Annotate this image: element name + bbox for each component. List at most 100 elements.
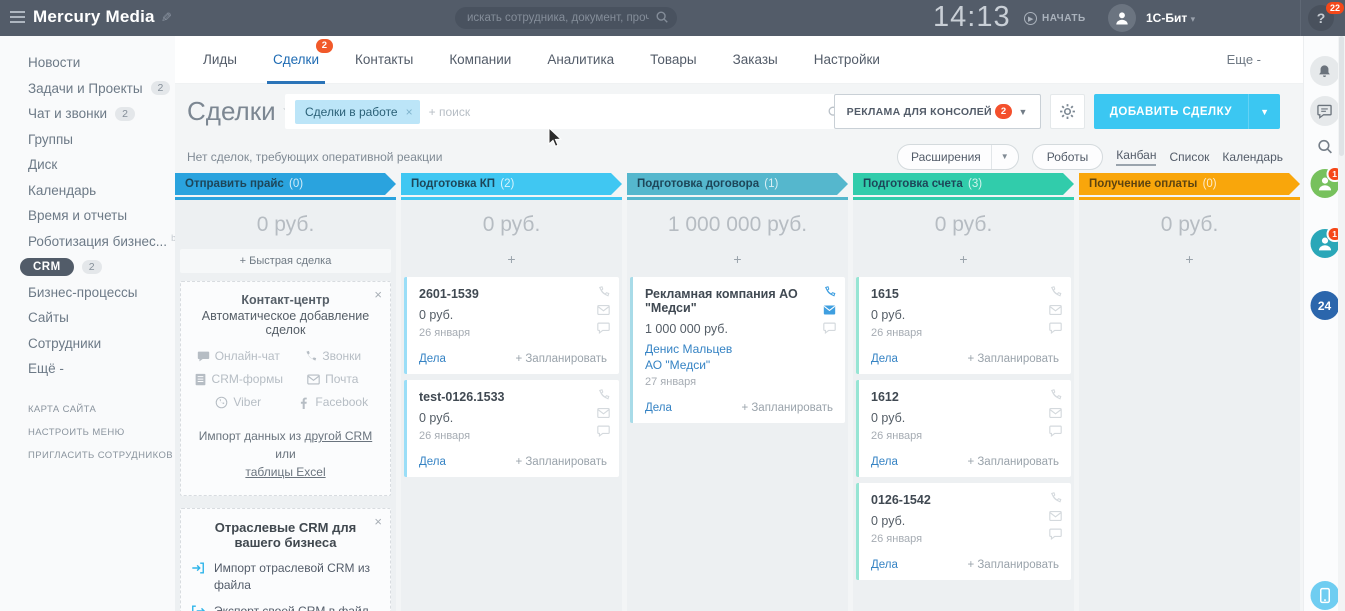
close-icon[interactable]: × [374,514,382,529]
column-header[interactable]: Отправить прайс (0) [175,173,396,195]
user-avatar[interactable] [1108,4,1136,32]
sidebar-item-sites[interactable]: Сайты [0,305,175,331]
mail-icon[interactable] [1049,407,1062,419]
deal-activities-link[interactable]: Дела [419,456,446,468]
page-scrollbar[interactable] [1338,36,1345,611]
quick-deal-button[interactable]: + Быстрая сделка [180,249,391,273]
tab-contacts[interactable]: Контакты [355,36,413,84]
view-list[interactable]: Список [1169,150,1209,164]
configure-menu-link[interactable]: НАСТРОИТЬ МЕНЮ [0,421,175,444]
add-deal-button[interactable]: ДОБАВИТЬ СДЕЛКУ ▼ [1093,94,1280,129]
column-header[interactable]: Подготовка договора (1) [627,173,848,195]
mail-icon[interactable] [1049,510,1062,522]
industry-import-item[interactable]: Импорт отраслевой CRM из файла [191,560,380,595]
channel-online-chat[interactable]: Онлайн-чат [191,349,286,363]
phone-icon[interactable] [597,389,610,401]
column-header[interactable]: Подготовка КП (2) [401,173,622,195]
deal-card[interactable]: Рекламная компания АО "Медси" 1 000 000 … [630,277,845,424]
phone-icon[interactable] [1049,492,1062,504]
industry-export-item[interactable]: Экспорт своей CRM в файл [191,603,380,611]
chevron-down-icon[interactable]: ▼ [1249,107,1280,117]
tab-settings[interactable]: Настройки [814,36,880,84]
sidebar-item-business-processes[interactable]: Бизнес-процессы [0,280,175,306]
view-calendar[interactable]: Календарь [1222,150,1283,164]
deal-activities-link[interactable]: Дела [645,402,672,414]
chat-icon[interactable] [1049,425,1062,437]
column-header[interactable]: Получение оплаты (0) [1079,173,1300,195]
hamburger-menu-icon[interactable] [10,11,25,26]
add-card-button[interactable]: + [403,247,620,277]
add-card-button[interactable]: + [629,247,846,277]
sidebar-item-more[interactable]: Ещё - [0,356,175,382]
add-card-button[interactable]: + [855,247,1072,277]
tab-deals[interactable]: Сделки 2 [266,36,333,84]
work-clock[interactable]: 14:13 [933,1,1011,34]
chat-icon[interactable] [1049,322,1062,334]
sidebar-item-calendar[interactable]: Календарь [0,178,175,204]
view-kanban[interactable]: Канбан [1116,148,1157,166]
chat-icon[interactable] [597,322,610,334]
deal-activities-link[interactable]: Дела [871,353,898,365]
filter-chip[interactable]: Сделки в работе × [295,99,420,124]
sidebar-item-crm[interactable]: CRM 2 [0,254,175,280]
phone-icon[interactable] [823,286,836,298]
sidebar-item-news[interactable]: Новости [0,50,175,76]
mail-icon[interactable] [597,304,610,316]
tabs-more[interactable]: Еще - [1227,52,1261,67]
close-icon[interactable]: × [374,287,382,302]
deal-card[interactable]: 1612 0 руб. 26 января Дела + Запланирова… [856,380,1071,477]
online-user-teal[interactable]: 1 [1310,226,1343,258]
mobile-app-button[interactable] [1310,581,1339,610]
mail-icon[interactable] [597,407,610,419]
notifications-button[interactable] [1309,56,1340,86]
sidebar-item-rpa[interactable]: Роботизация бизнес...beta [0,229,189,255]
chat-icon[interactable] [1049,528,1062,540]
sidebar-item-time-reports[interactable]: Время и отчеты [0,203,175,229]
phone-icon[interactable] [597,286,610,298]
start-workday-button[interactable]: ▶ НАЧАТЬ [1024,12,1086,25]
sidebar-item-employees[interactable]: Сотрудники [0,331,175,357]
funnel-selector-button[interactable]: РЕКЛАМА ДЛЯ КОНСОЛЕЙ 2 ▼ [833,94,1041,129]
sidebar-item-chat[interactable]: Чат и звонки 2 [0,101,175,127]
deal-card[interactable]: 0126-1542 0 руб. 26 января Дела + Заплан… [856,483,1071,580]
deal-plan-link[interactable]: + Запланировать [741,402,833,414]
deal-title[interactable]: 0126-1542 [871,493,1059,507]
deal-title[interactable]: 1612 [871,390,1059,404]
deal-title[interactable]: Рекламная компания АО "Медси" [645,287,833,315]
robots-button[interactable]: Роботы [1031,143,1104,170]
deal-activities-link[interactable]: Дела [419,353,446,365]
deal-activities-link[interactable]: Дела [871,456,898,468]
sidebar-item-drive[interactable]: Диск [0,152,175,178]
channel-crm-forms[interactable]: CRM-формы [191,372,286,386]
deal-card[interactable]: test-0126.1533 0 руб. 26 января Дела + З… [404,380,619,477]
deal-activities-link[interactable]: Дела [871,559,898,571]
deal-title[interactable]: 2601-1539 [419,287,607,301]
chip-close-icon[interactable]: × [406,105,413,119]
channel-calls[interactable]: Звонки [286,349,381,363]
chat-icon[interactable] [597,425,610,437]
mail-icon[interactable] [823,304,836,316]
deal-plan-link[interactable]: + Запланировать [967,456,1059,468]
phone-icon[interactable] [1049,286,1062,298]
sidebar-item-tasks[interactable]: Задачи и Проекты 2 [0,76,175,102]
filter-bar[interactable]: Сделки в работе× × [285,94,871,129]
chat-icon[interactable] [823,322,836,334]
global-search-input[interactable] [455,7,677,29]
messenger-button[interactable] [1309,96,1340,126]
deal-plan-link[interactable]: + Запланировать [967,353,1059,365]
user-menu[interactable]: 1С-Бит ▾ [1146,11,1195,25]
invite-employees-link[interactable]: ПРИГЛАСИТЬ СОТРУДНИКОВ [0,444,175,467]
search-icon[interactable] [655,10,669,24]
chevron-down-icon[interactable]: ▼ [992,152,1018,161]
deal-plan-link[interactable]: + Запланировать [515,456,607,468]
tab-companies[interactable]: Компании [449,36,511,84]
deal-plan-link[interactable]: + Запланировать [515,353,607,365]
bitrix24-logo[interactable]: 24 [1310,291,1339,320]
scrollbar-thumb[interactable] [1339,36,1344,156]
filter-search-input[interactable] [428,104,827,119]
add-card-button[interactable]: + [1081,247,1298,277]
phone-icon[interactable] [1049,389,1062,401]
deal-company-link[interactable]: АО "Медси" [645,357,833,373]
excel-link[interactable]: таблицы Excel [245,465,325,479]
other-crm-link[interactable]: другой CRM [305,429,373,443]
